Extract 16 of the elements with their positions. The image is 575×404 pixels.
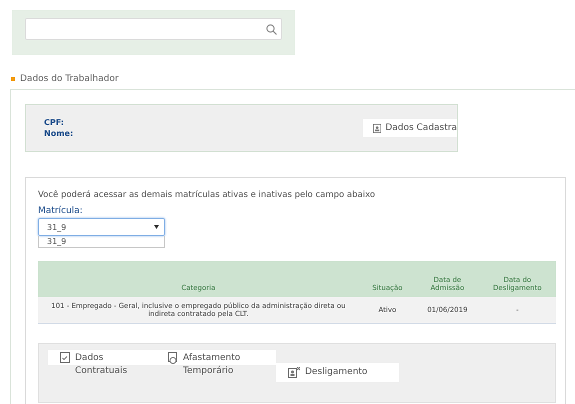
enrollment-select[interactable]: 31_9 (38, 218, 165, 236)
bullet-icon (11, 77, 15, 81)
document-clock-icon (168, 352, 178, 364)
dropdown-option[interactable]: 31_9 (39, 236, 164, 247)
search-icon[interactable] (266, 24, 277, 34)
person-remove-icon (288, 367, 300, 378)
registration-data-button[interactable]: Dados Cadastra (363, 119, 457, 137)
id-card-icon (373, 122, 382, 134)
field-label: Nome: (44, 129, 74, 138)
field-label: Matrícula: (38, 206, 84, 216)
field-label: CPF: (44, 118, 65, 127)
section-title: Dados do Trabalhador (20, 74, 119, 84)
search-field[interactable] (25, 18, 282, 40)
caret-icon (154, 225, 159, 229)
hint-text: Você poderá acessar as demais matrículas ativas e inativas pelo campo abaixo (38, 190, 376, 200)
document-icon (60, 352, 70, 363)
